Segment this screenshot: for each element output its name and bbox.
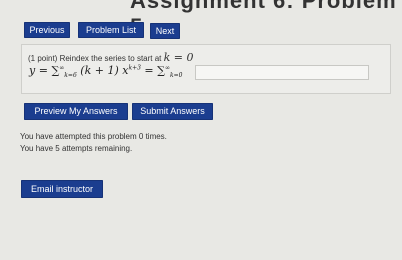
previous-button[interactable]: Previous — [24, 22, 70, 38]
email-instructor-button[interactable]: Email instructor — [21, 180, 103, 198]
sigma-2: ∑ — [157, 64, 165, 77]
sum1-upper: ∞ — [59, 64, 65, 72]
next-button[interactable]: Next — [150, 23, 180, 39]
preview-answers-button[interactable]: Preview My Answers — [24, 103, 128, 120]
eq-lhs: y = — [29, 64, 52, 77]
problem-prompt: (1 point) Reindex the series to start at… — [28, 51, 194, 64]
prompt-math: k = 0 — [163, 51, 194, 64]
attempts-remaining-text: You have 5 attempts remaining. — [20, 144, 133, 153]
eq-term-exponent: k+3 — [128, 64, 141, 72]
answer-input[interactable] — [195, 65, 369, 80]
series-equation: y = ∑∞k=6 (k + 1) xk+3 = ∑∞k=0 — [29, 64, 182, 79]
sum2-lower: k=0 — [170, 72, 183, 80]
sum1-lower: k=6 — [64, 72, 77, 80]
sum2-upper: ∞ — [165, 64, 170, 72]
submit-answers-button[interactable]: Submit Answers — [132, 103, 213, 120]
eq-term: (k + 1) x — [76, 64, 129, 77]
attempts-made-text: You have attempted this problem 0 times. — [20, 132, 167, 141]
problem-list-button[interactable]: Problem List — [78, 22, 144, 38]
prompt-text: (1 point) Reindex the series to start at — [28, 54, 162, 63]
eq-mid: = — [140, 64, 158, 77]
